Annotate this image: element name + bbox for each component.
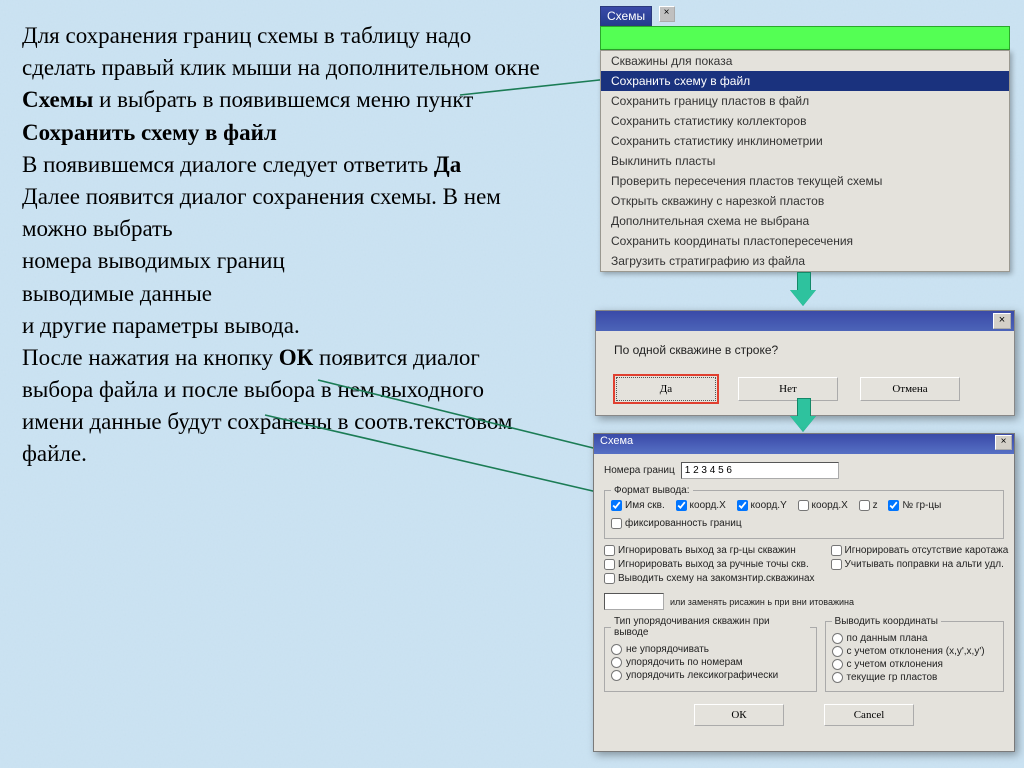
cb-out-closed-wells[interactable]: Выводить схему на закомзнтир.скважинах [604,573,815,584]
radio-sort-none[interactable]: не упорядочивать [611,644,810,655]
window-title: Схемы [600,6,652,26]
cb-coord-x2[interactable]: коорд.X [798,500,848,511]
menu-item[interactable]: Загрузить стратиграфию из файла [601,251,1009,271]
context-menu-panel: Схемы × Скважины для показаСохранить схе… [600,6,1010,272]
titlebar: × [596,311,1014,331]
output-format-group: Формат вывода: Имя скв. коорд.X коорд.Y … [604,485,1004,539]
save-scheme-dialog: Схема × Номера границ Формат вывода: Имя… [593,433,1015,752]
instr-line: и выбрать в появившемся меню пункт [99,87,473,112]
menu-item[interactable]: Открыть скважину с нарезкой пластов [601,191,1009,211]
cb-coord-y[interactable]: коорд.Y [737,500,787,511]
menu-item[interactable]: Сохранить статистику инклинометрии [601,131,1009,151]
instr-bold-yes: Да [434,152,461,177]
cb-ignore-out-wells[interactable]: Игнорировать выход за гр-цы скважин [604,545,796,556]
menu-item[interactable]: Проверить пересечения пластов текущей сх… [601,171,1009,191]
no-button[interactable]: Нет [738,377,838,401]
cancel-button[interactable]: Отмена [860,377,960,401]
menu-item[interactable]: Сохранить границу пластов в файл [601,91,1009,111]
legend-sort: Тип упорядочивания скважин при выводе [611,616,810,638]
instr-line: В появившемся диалоге следует ответить [22,152,434,177]
instr-line: выводимые данные [22,281,212,306]
instr-line: После нажатия на кнопку [22,345,279,370]
dialog-title: Схема [600,435,633,447]
menu-item[interactable]: Сохранить схему в файл [601,71,1009,91]
radio-crd-plan[interactable]: по данным плана [832,633,997,644]
radio-crd-incl2[interactable]: с учетом отклонения [832,659,997,670]
cb-corr-altitude[interactable]: Учитывать поправки на альти удл. [831,559,1004,570]
radio-sort-lex[interactable]: упорядочить лексикографически [611,670,810,681]
radio-crd-current[interactable]: текущие гр пластов [832,672,997,683]
cb-fixed-boundaries[interactable]: фиксированность границ [611,518,742,529]
green-strip [600,26,1010,50]
cb-coord-x[interactable]: коорд.X [676,500,726,511]
legend-coord: Выводить координаты [832,616,941,627]
yes-button[interactable]: Да [616,377,716,401]
legend-format: Формат вывода: [611,485,693,496]
close-icon[interactable]: × [659,6,675,22]
cb-z[interactable]: z [859,500,878,511]
close-icon[interactable]: × [995,435,1012,450]
menu-item[interactable]: Сохранить статистику коллекторов [601,111,1009,131]
cb-well-name[interactable]: Имя скв. [611,500,665,511]
radio-crd-incl[interactable]: с учетом отклонения (x,y',x,y') [832,646,997,657]
replace-value-input[interactable] [604,593,664,610]
cb-ignore-no-log[interactable]: Игнорировать отсутствие каротажа [831,545,1009,556]
instr-line: и другие параметры вывода. [22,313,300,338]
cb-boundary-no[interactable]: № гр-цы [888,500,941,511]
coord-group: Выводить координаты по данным плана с уч… [825,616,1004,692]
titlebar: Схема × [594,434,1014,454]
menu-item[interactable]: Выклинить пласты [601,151,1009,171]
context-menu[interactable]: Скважины для показаСохранить схему в фай… [600,50,1010,272]
instr-bold-save: Сохранить схему в файл [22,120,277,145]
instr-bold-ok: ОК [279,345,314,370]
label-or-replace: или заменять рисажин ь при вни итоважина [670,597,854,607]
menu-item[interactable]: Сохранить координаты пластопересечения [601,231,1009,251]
radio-sort-num[interactable]: упорядочить по номерам [611,657,810,668]
instr-line: Далее появится диалог сохранения схемы. … [22,184,501,241]
boundary-numbers-input[interactable] [681,462,839,479]
ok-button[interactable]: ОК [694,704,784,726]
cb-ignore-out-hand[interactable]: Игнорировать выход за ручные точы скв. [604,559,809,570]
instruction-text: Для сохранения границ схемы в таблицу на… [22,20,542,471]
menu-item[interactable]: Скважины для показа [601,51,1009,71]
instr-bold-schemas: Схемы [22,87,93,112]
dialog-message: По одной скважине в строке? [596,331,1014,369]
cancel-button[interactable]: Cancel [824,704,914,726]
down-arrow-icon [790,272,816,306]
instr-line: Для сохранения границ схемы в таблицу на… [22,23,540,80]
close-icon[interactable]: × [993,313,1011,329]
down-arrow-icon [790,398,816,432]
sort-group: Тип упорядочивания скважин при выводе не… [604,616,817,692]
label-boundary-numbers: Номера границ [604,465,675,476]
menu-item[interactable]: Дополнительная схема не выбрана [601,211,1009,231]
instr-line: номера выводимых границ [22,248,285,273]
